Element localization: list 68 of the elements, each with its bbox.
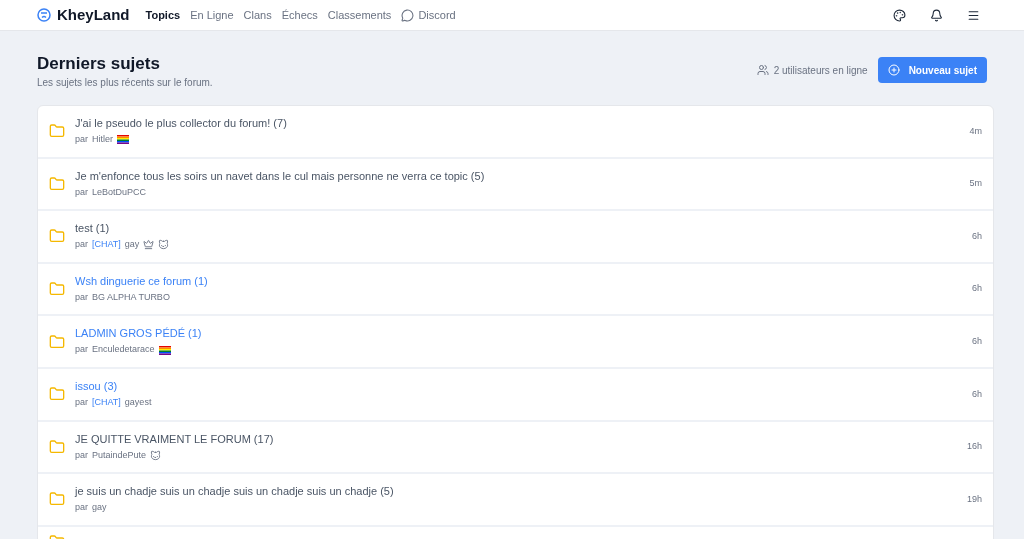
folder-icon (49, 333, 65, 350)
topic-time: 6h (972, 387, 982, 401)
palette-icon (893, 8, 906, 22)
online-count: 2 utilisateurs en ligne (773, 63, 868, 78)
folder-icon (49, 123, 65, 140)
author-prefix: par (75, 185, 88, 199)
nav-link[interactable]: Classements (327, 6, 392, 24)
topic-title[interactable]: test (1) (75, 221, 972, 237)
topic-time: 6h (972, 282, 982, 296)
author-prefix: par (75, 290, 88, 304)
author-name[interactable]: Enculedetarace (92, 343, 155, 357)
author-name[interactable]: BG ALPHA TURBO (92, 290, 170, 305)
topic-title[interactable]: J'ai le pseudo le plus collector du forum! (7) (75, 116, 970, 132)
users-icon (756, 64, 769, 76)
author-prefix: par (75, 343, 88, 357)
topic-time: 6h (972, 334, 982, 348)
topic-row[interactable]: Je m'enfonce tous les soirs un navet dans le cul mais personne ne verra ce topic (5) par LeBotDuPCC 5m (38, 158, 993, 212)
topic-row[interactable]: J'ai le pseudo le plus collector du forum! (7) par Hitler 4m (38, 106, 993, 159)
folder-icon (49, 175, 65, 192)
author-prefix: par (75, 501, 88, 515)
bell-icon (930, 8, 943, 22)
topic-title[interactable]: Je m'enfonce tous les soirs un navet dans le cul mais personne ne verra ce topic (5) (75, 168, 970, 184)
chat-tag: [CHAT] (92, 238, 121, 252)
folder-icon (49, 438, 65, 455)
topic-time: 5m (969, 177, 982, 191)
folder-icon (49, 386, 65, 403)
folder-icon (49, 491, 65, 508)
author-name[interactable]: PutaindePute (92, 448, 147, 463)
topic-title[interactable]: LADMIN GROS PÉDÉ (1) (75, 326, 972, 342)
author-name[interactable]: gayest (124, 396, 152, 410)
author-prefix: par (75, 448, 88, 462)
topic-row[interactable]: test (1) par [CHAT] gay 6h (38, 211, 993, 264)
plus-icon (887, 64, 900, 76)
logo-icon (37, 8, 51, 22)
chat-icon (401, 8, 415, 22)
topic-row[interactable]: Wsh dinguerie ce forum (1) par BG ALPHA TURBO 6h (38, 263, 993, 317)
topic-row[interactable]: issou (3) par [CHAT] gayest 6h (38, 368, 993, 422)
chat-tag: [CHAT] (92, 396, 121, 410)
topic-title[interactable]: issou (3) (75, 379, 972, 394)
topic-time: 6h (972, 229, 982, 243)
folder-icon (49, 281, 65, 298)
topic-title[interactable]: Wsh dinguerie ce forum (1) (75, 273, 972, 289)
author-prefix: par (75, 133, 88, 147)
author-prefix: par (75, 238, 88, 252)
new-topic-button[interactable]: Nouveau sujet (877, 57, 987, 83)
topic-time: 19h (966, 492, 982, 506)
nav-link[interactable]: Topics (145, 6, 181, 24)
author-name[interactable]: gay (92, 501, 107, 515)
author-name[interactable]: gay (124, 238, 140, 252)
topic-title[interactable]: JE QUITTE VRAIMENT LE FORUM (17) (75, 431, 967, 447)
topic-row[interactable]: LADMIN GROS PÉDÉ (1) par Enculedetarace 6h (38, 316, 993, 369)
topic-row[interactable]: JE QUITTE VRAIMENT LE FORUM (17) par PutaindePute 16h (38, 421, 993, 475)
nav-link[interactable]: En Ligne (190, 6, 234, 24)
nav-link[interactable]: Échecs (281, 6, 318, 24)
folder-icon (49, 228, 65, 245)
author-prefix: par (75, 396, 88, 409)
author-name[interactable]: Hitler (92, 133, 114, 147)
page-subtitle: Les sujets les plus récents sur le forum. (37, 76, 213, 90)
author-name[interactable]: LeBotDuPCC (92, 185, 147, 200)
brand-name[interactable]: KheyLand (57, 3, 130, 27)
menu-icon (967, 8, 980, 22)
nav-link[interactable]: Discord (401, 6, 456, 24)
topic-row[interactable]: je suis un chadje suis un chadje suis un chadje suis un chadje (5) par gay 19h (38, 474, 993, 527)
nav-link[interactable]: Clans (243, 6, 272, 24)
topic-title[interactable]: je suis un chadje suis un chadje suis un chadje suis un chadje (5) (75, 484, 967, 500)
topic-time: 16h (966, 440, 982, 454)
page-title: Derniers sujets (37, 53, 161, 75)
topic-time: 4m (969, 124, 982, 138)
